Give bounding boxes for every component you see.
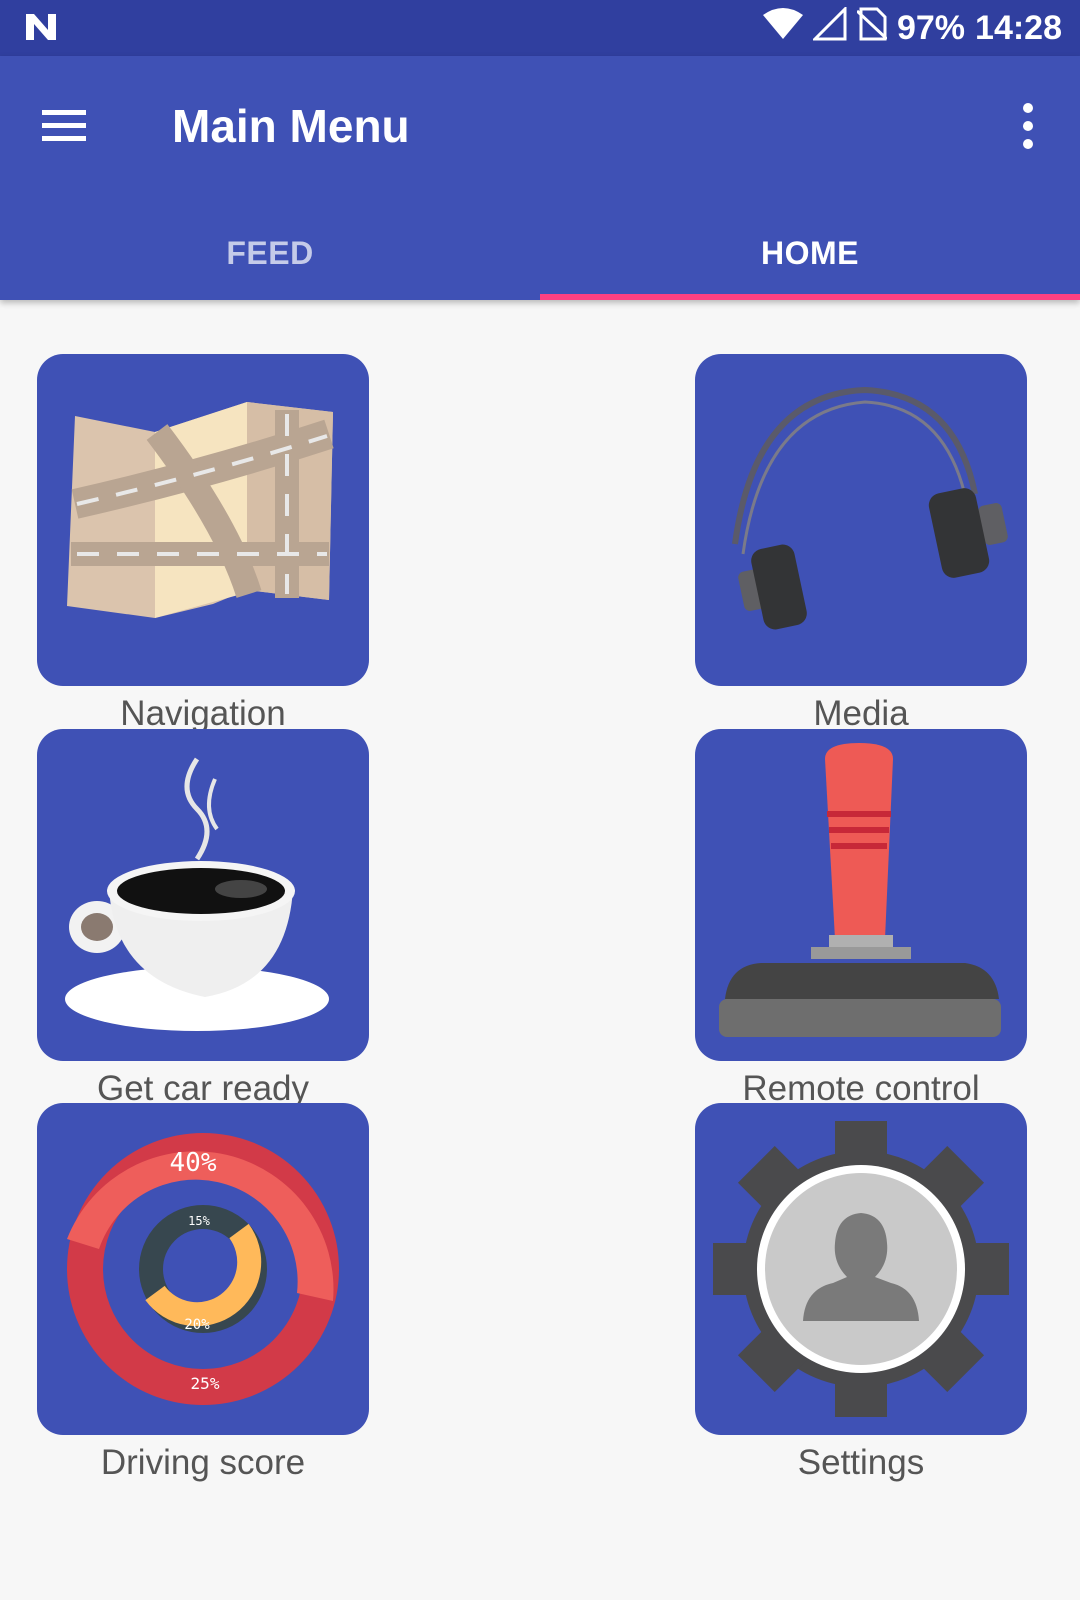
get-car-ready-card[interactable] <box>37 729 369 1061</box>
tile-label-settings: Settings <box>797 1443 925 1482</box>
driving-score-card[interactable]: 40% 15% 20% 25% <box>37 1103 369 1435</box>
chart-label-bottom: 25% <box>191 1374 220 1393</box>
tab-bar: FEED HOME <box>0 206 1080 300</box>
tab-feed-label: FEED <box>226 234 314 271</box>
navigation-tile[interactable]: Navigation <box>37 354 369 736</box>
tile-label-driving-score: Driving score <box>100 1443 306 1482</box>
tab-feed[interactable]: FEED <box>0 206 540 300</box>
no-sim-icon <box>855 7 888 50</box>
wifi-icon <box>762 7 803 50</box>
navigation-card[interactable] <box>37 354 369 686</box>
chart-label-middle: 20% <box>184 1317 210 1333</box>
remote-control-card[interactable] <box>695 729 1027 1061</box>
media-card[interactable] <box>695 354 1027 686</box>
hamburger-menu-icon[interactable] <box>32 94 96 158</box>
notification-n-icon <box>24 10 58 49</box>
settings-card[interactable] <box>695 1103 1027 1435</box>
settings-tile[interactable]: Settings <box>695 1103 1027 1485</box>
tab-indicator <box>540 294 1080 300</box>
clock-time: 14:28 <box>975 8 1062 47</box>
app-bar: Main Menu FEED HOME <box>0 56 1080 300</box>
joystick-icon <box>719 743 1001 1037</box>
headphones-icon <box>732 386 1008 630</box>
tab-home[interactable]: HOME <box>540 206 1080 300</box>
battery-percent: 97% <box>896 8 966 47</box>
status-bar: 97% 14:28 <box>0 0 1080 56</box>
get-car-ready-tile[interactable]: Get car ready <box>37 729 369 1111</box>
media-tile[interactable]: Media <box>695 354 1027 736</box>
page-title: Main Menu <box>172 100 410 152</box>
driving-score-tile[interactable]: 40% 15% 20% 25% Driving score <box>37 1103 369 1485</box>
donut-chart-icon: 40% 15% 20% 25% <box>67 1133 339 1405</box>
gear-profile-icon <box>713 1121 1009 1417</box>
coffee-cup-icon <box>65 757 329 1031</box>
remote-control-tile[interactable]: Remote control <box>695 729 1027 1111</box>
more-vert-icon[interactable] <box>996 94 1060 158</box>
chart-label-inner: 15% <box>188 1214 210 1228</box>
cell-signal-icon <box>811 4 847 50</box>
chart-label-top: 40% <box>170 1148 217 1178</box>
tab-home-label: HOME <box>761 234 859 271</box>
folded-map-icon <box>67 402 334 618</box>
